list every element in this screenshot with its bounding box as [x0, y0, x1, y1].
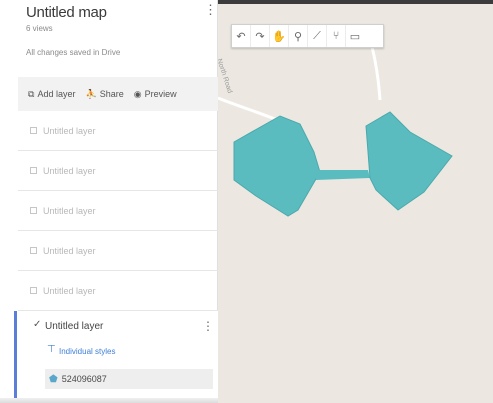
more-vert-icon[interactable]: ⋮ — [204, 3, 217, 16]
preview-button[interactable]: ◉ Preview — [134, 89, 177, 100]
route-icon[interactable]: ⑂ — [327, 25, 346, 47]
sidebar-panel: Untitled map 6 views All changes saved i… — [0, 0, 218, 403]
polygon-connector[interactable] — [316, 170, 370, 180]
more-vert-icon[interactable]: ⋮ — [202, 320, 214, 332]
eye-icon: ◉ — [133, 88, 142, 99]
polygon-icon: ⬟ — [49, 373, 58, 385]
undo-icon[interactable]: ↶ — [232, 25, 251, 47]
marker-icon[interactable]: ⚲ — [289, 25, 308, 47]
add-person-icon: ⛹ — [85, 88, 97, 99]
layer-item[interactable]: Untitled layer — [18, 111, 218, 151]
add-layer-icon: ⧉ — [28, 88, 35, 99]
layer-label: Untitled layer — [43, 245, 96, 256]
hand-pan-icon[interactable]: ✋ — [270, 25, 289, 47]
share-label: Share — [99, 89, 124, 99]
share-button[interactable]: ⛹ Share — [85, 89, 123, 100]
sidebar-bottom — [0, 398, 218, 403]
map-toolbar: ↶ ↷ ✋ ⚲ ⟋ ⑂ ▭ — [231, 24, 384, 48]
layer-checkbox[interactable] — [30, 167, 37, 174]
action-bar: ⧉ Add layer ⛹ Share ◉ Preview — [18, 77, 218, 111]
top-bar — [218, 0, 493, 4]
layer-item[interactable]: Untitled layer — [18, 151, 218, 191]
layer-checkbox[interactable] — [30, 287, 37, 294]
individual-styles-link[interactable]: Individual styles — [59, 347, 115, 356]
layer-item[interactable]: Untitled layer — [18, 191, 218, 231]
ruler-icon[interactable]: ▭ — [346, 25, 364, 47]
active-layer-card[interactable]: ✓ Untitled layer ⋮ ⊤ Individual styles ⬟… — [14, 311, 218, 403]
map-drawing — [218, 29, 453, 217]
layer-item[interactable]: Untitled layer — [18, 271, 218, 311]
active-layer-label: Untitled layer — [45, 321, 104, 332]
redo-icon[interactable]: ↷ — [251, 25, 270, 47]
layer-item[interactable]: Untitled layer — [18, 231, 218, 271]
check-icon[interactable]: ✓ — [33, 319, 41, 330]
save-status: All changes saved in Drive — [26, 48, 121, 57]
layer-checkbox[interactable] — [30, 207, 37, 214]
map-views: 6 views — [26, 24, 53, 33]
feature-label: 524096087 — [61, 374, 107, 384]
map-canvas[interactable] — [218, 0, 493, 403]
layer-label: Untitled layer — [43, 205, 96, 216]
feature-item[interactable]: ⬟ 524096087 — [45, 369, 213, 389]
preview-label: Preview — [144, 89, 177, 99]
paint-roller-icon[interactable]: ⊤ — [47, 344, 56, 355]
add-layer-button[interactable]: ⧉ Add layer — [28, 89, 75, 100]
layer-label: Untitled layer — [43, 285, 96, 296]
add-layer-label: Add layer — [37, 89, 76, 99]
draw-line-icon[interactable]: ⟋ — [308, 25, 327, 47]
polygon-right[interactable] — [365, 111, 453, 211]
layer-checkbox[interactable] — [30, 127, 37, 134]
polygon-left[interactable] — [233, 115, 321, 217]
layer-label: Untitled layer — [43, 165, 96, 176]
layer-label: Untitled layer — [43, 125, 96, 136]
layer-checkbox[interactable] — [30, 247, 37, 254]
map-title[interactable]: Untitled map — [26, 4, 107, 21]
